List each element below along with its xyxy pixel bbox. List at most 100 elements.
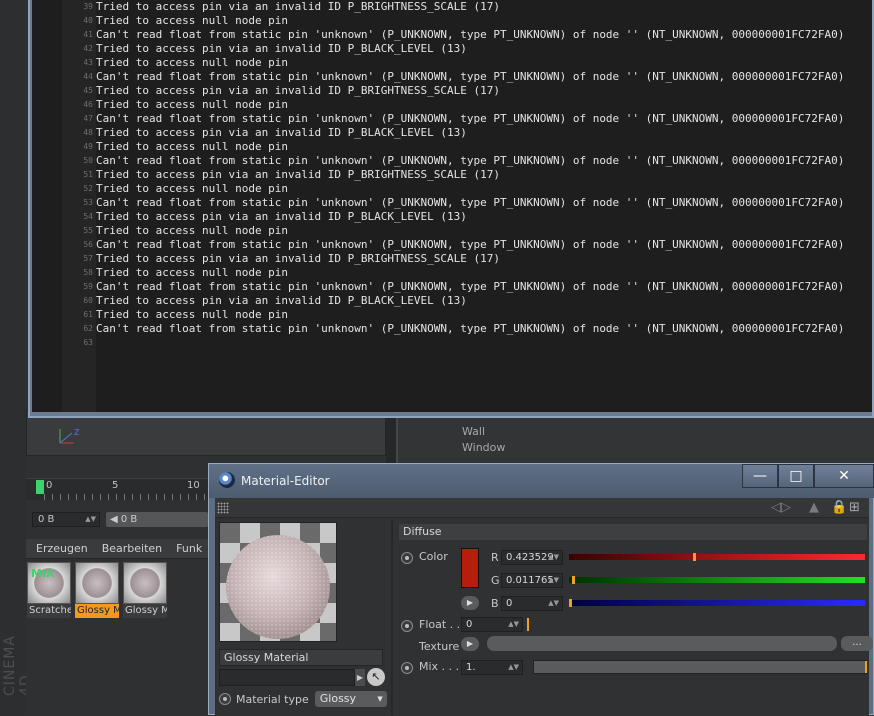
start-frame-field[interactable]: 0 B ▲▼ xyxy=(32,512,100,527)
material-thumb[interactable]: Glossy M xyxy=(75,562,119,620)
material-type-select[interactable]: Glossy xyxy=(314,691,387,707)
log-line: 42 Tried to access pin via an invalid ID … xyxy=(62,42,874,56)
texture-label: Texture xyxy=(419,640,460,653)
r-value-field[interactable]: 0.423529 ▲▼ xyxy=(501,550,563,565)
log-text: Tried to access pin via an invalid ID P_… xyxy=(96,126,467,139)
log-text: Can't read float from static pin 'unknow… xyxy=(96,322,845,335)
log-text: Tried to access pin via an invalid ID P_… xyxy=(96,168,500,181)
log-text: Tried to access null node pin xyxy=(96,224,289,237)
material-label: Glossy M xyxy=(123,604,167,618)
log-line: 54 Tried to access pin via an invalid ID … xyxy=(62,210,874,224)
timeline-tick: 10 xyxy=(187,480,200,491)
menu-funktion[interactable]: Funk xyxy=(176,542,202,555)
line-number: 54 xyxy=(83,212,93,221)
b-slider-knob[interactable] xyxy=(569,599,572,607)
timeline-playhead[interactable] xyxy=(36,480,44,494)
material-preview[interactable] xyxy=(219,522,337,642)
minimize-button[interactable]: — xyxy=(742,464,778,488)
picker-arrow-icon[interactable]: ↖ xyxy=(367,668,385,686)
g-slider-knob[interactable] xyxy=(572,576,575,584)
maximize-button[interactable]: □ xyxy=(778,464,814,488)
line-number: 52 xyxy=(83,184,93,193)
log-line: 48 Tried to access pin via an invalid ID … xyxy=(62,126,874,140)
g-slider[interactable] xyxy=(569,576,865,584)
line-number: 50 xyxy=(83,156,93,165)
menu-bearbeiten[interactable]: Bearbeiten xyxy=(102,542,162,555)
log-line: 63 xyxy=(62,336,874,350)
material-type-radio[interactable] xyxy=(219,693,231,705)
object-item[interactable]: Wall xyxy=(462,424,505,440)
texture-browse-button[interactable]: ... xyxy=(841,636,873,651)
log-line: 58 Tried to access null node pin xyxy=(62,266,874,280)
log-text: Can't read float from static pin 'unknow… xyxy=(96,154,845,167)
material-preview xyxy=(123,562,167,604)
log-line: 55 Tried to access null node pin xyxy=(62,224,874,238)
material-name-label: Glossy Material xyxy=(219,649,383,666)
g-value-field[interactable]: 0.011765 ▲▼ xyxy=(501,573,563,588)
float-radio[interactable] xyxy=(401,620,413,632)
title-bar[interactable]: Material-Editor — □ ✕ xyxy=(209,464,874,498)
lock-icon[interactable]: 🔒 xyxy=(831,500,847,515)
log-line: 52 Tried to access null node pin xyxy=(62,182,874,196)
grip-icon[interactable] xyxy=(217,502,229,514)
b-value-field[interactable]: 0 ▲▼ xyxy=(501,596,563,611)
menu-erzeugen[interactable]: Erzeugen xyxy=(36,542,88,555)
mix-value-field[interactable]: 1. ▲▼ xyxy=(461,660,523,675)
log-line: 39 Tried to access pin via an invalid ID … xyxy=(62,0,874,14)
log-line: 45 Tried to access pin via an invalid ID … xyxy=(62,84,874,98)
material-type-label: Material type xyxy=(236,692,309,706)
log-text: Tried to access pin via an invalid ID P_… xyxy=(96,84,500,97)
line-number: 58 xyxy=(83,268,93,277)
log-text: Tried to access pin via an invalid ID P_… xyxy=(96,210,467,223)
panel-separator xyxy=(386,410,396,470)
color-swatch[interactable] xyxy=(461,548,479,588)
mix-radio[interactable] xyxy=(401,662,413,674)
line-number: 56 xyxy=(83,240,93,249)
back-arrow-icon[interactable]: ◁▷ xyxy=(771,500,791,515)
cinema4d-app-icon xyxy=(219,472,235,488)
mix-label: Mix . . . xyxy=(419,660,460,673)
log-text: Can't read float from static pin 'unknow… xyxy=(96,112,845,125)
mix-slider[interactable] xyxy=(533,660,867,674)
object-item[interactable]: Window xyxy=(462,440,505,456)
color-radio[interactable] xyxy=(401,552,413,564)
axis-gizmo-icon: Z xyxy=(59,428,80,444)
material-name-input[interactable] xyxy=(219,669,355,686)
close-button[interactable]: ✕ xyxy=(814,464,874,488)
timeline-ruler xyxy=(44,494,208,500)
line-number: 45 xyxy=(83,86,93,95)
color-expand-button[interactable]: ▶ xyxy=(461,596,479,610)
material-manager-menubar: Erzeugen Bearbeiten Funk xyxy=(26,539,208,559)
log-text: Tried to access null node pin xyxy=(96,140,289,153)
log-line: 40 Tried to access null node pin xyxy=(62,14,874,28)
line-number: 47 xyxy=(83,114,93,123)
b-slider[interactable] xyxy=(569,599,865,607)
log-text: Tried to access pin via an invalid ID P_… xyxy=(96,252,500,265)
mix-slider-knob[interactable] xyxy=(865,661,867,673)
float-value-field[interactable]: 0 ▲▼ xyxy=(461,617,523,632)
log-line: 53 Can't read float from static pin 'unkn… xyxy=(62,196,874,210)
b-label: B xyxy=(491,597,499,610)
log-line: 60 Tried to access pin via an invalid ID … xyxy=(62,294,874,308)
console-log[interactable]: 39 Tried to access pin via an invalid ID … xyxy=(62,0,874,412)
material-thumb[interactable]: Glossy M xyxy=(123,562,167,620)
texture-slot[interactable] xyxy=(487,636,837,651)
log-line: 50 Can't read float from static pin 'unkn… xyxy=(62,154,874,168)
log-line: 46 Tried to access null node pin xyxy=(62,98,874,112)
current-frame-field[interactable]: ◀ 0 B xyxy=(106,512,208,527)
up-arrow-icon[interactable]: ▲ xyxy=(809,500,819,515)
texture-expand-button[interactable]: ▶ xyxy=(461,637,479,651)
spinner-icon[interactable]: ▲▼ xyxy=(85,513,96,526)
line-number: 63 xyxy=(83,338,93,347)
play-arrow-icon[interactable]: ▶ xyxy=(355,669,365,686)
log-text: Tried to access pin via an invalid ID P_… xyxy=(96,0,500,13)
float-slider-marker[interactable] xyxy=(527,618,529,631)
new-panel-icon[interactable]: ⊞ xyxy=(849,500,860,515)
r-slider-knob[interactable] xyxy=(693,553,696,561)
log-line: 62 Can't read float from static pin 'unkn… xyxy=(62,322,874,336)
material-thumb[interactable]: MIX Scratche xyxy=(27,562,71,620)
line-number: 53 xyxy=(83,198,93,207)
timeline-tick: 0 xyxy=(46,480,53,491)
panel-divider[interactable] xyxy=(391,520,393,716)
r-slider[interactable] xyxy=(569,553,865,561)
